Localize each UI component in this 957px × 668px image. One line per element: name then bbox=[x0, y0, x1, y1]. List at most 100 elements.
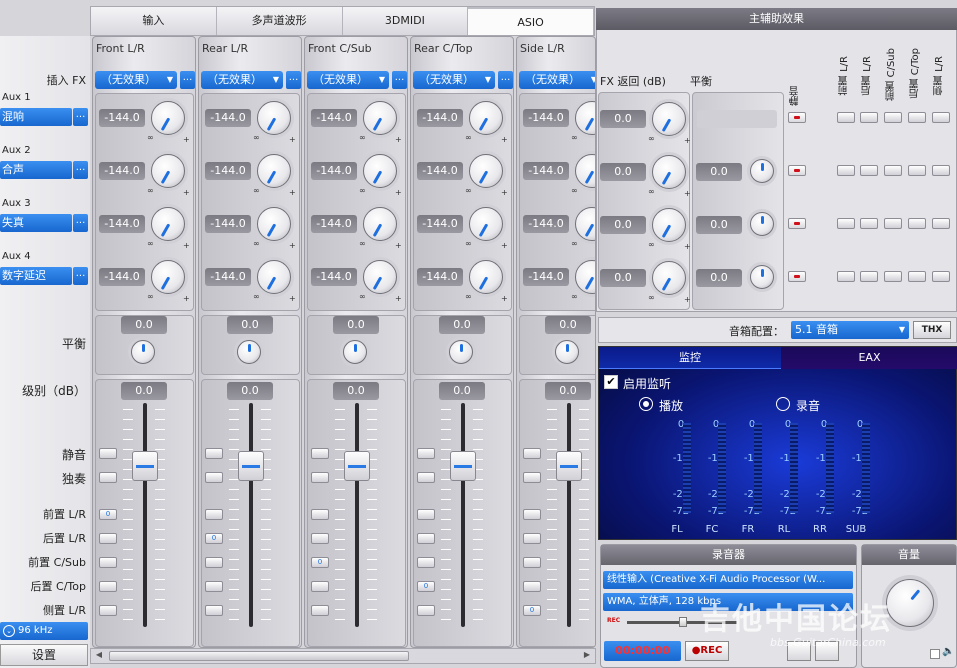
tab-monitor[interactable]: 监控 bbox=[599, 347, 781, 369]
insert-fx-options-button[interactable]: ... bbox=[498, 71, 513, 89]
speaker-config-select[interactable]: 5.1 音箱 ▼ bbox=[791, 321, 909, 339]
aux-route-button[interactable] bbox=[932, 112, 950, 123]
tab-3dmidi[interactable]: 3DMIDI bbox=[343, 7, 469, 35]
aux-send-value[interactable]: -144.0 bbox=[417, 109, 463, 127]
aux1-options-button[interactable]: ... bbox=[73, 108, 88, 126]
rec-button[interactable]: ●REC bbox=[685, 641, 729, 661]
route-button[interactable]: 0 bbox=[205, 533, 223, 544]
aux-send-value[interactable]: -144.0 bbox=[99, 162, 145, 180]
fader-track[interactable] bbox=[567, 403, 571, 627]
fx-return-knob[interactable] bbox=[652, 208, 686, 242]
route-button[interactable] bbox=[99, 605, 117, 616]
aux-route-button[interactable] bbox=[884, 165, 902, 176]
solo-button[interactable] bbox=[205, 472, 223, 483]
aux3-select[interactable]: 失真 bbox=[0, 214, 72, 232]
aux4-options-button[interactable]: ... bbox=[73, 267, 88, 285]
insert-fx-select[interactable]: （无效果）▼ bbox=[307, 71, 389, 89]
insert-fx-select[interactable]: （无效果）▼ bbox=[201, 71, 283, 89]
aux-balance-knob[interactable] bbox=[750, 212, 774, 236]
aux-route-button[interactable] bbox=[860, 112, 878, 123]
balance-value[interactable]: 0.0 bbox=[439, 316, 485, 334]
fader-track[interactable] bbox=[143, 403, 147, 627]
aux-send-value[interactable]: -144.0 bbox=[311, 215, 357, 233]
mute-button[interactable] bbox=[417, 448, 435, 459]
balance-value[interactable]: 0.0 bbox=[545, 316, 591, 334]
insert-fx-select[interactable]: （无效果）▼ bbox=[413, 71, 495, 89]
insert-fx-options-button[interactable]: ... bbox=[392, 71, 407, 89]
aux-send-value[interactable]: -144.0 bbox=[99, 268, 145, 286]
route-button[interactable] bbox=[99, 557, 117, 568]
level-fader[interactable] bbox=[450, 451, 476, 481]
balance-knob[interactable] bbox=[237, 340, 261, 364]
aux-send-value[interactable]: -144.0 bbox=[523, 109, 569, 127]
level-value[interactable]: 0.0 bbox=[227, 382, 273, 400]
level-fader[interactable] bbox=[344, 451, 370, 481]
aux-send-value[interactable]: -144.0 bbox=[205, 215, 251, 233]
route-button[interactable] bbox=[311, 605, 329, 616]
fader-track[interactable] bbox=[461, 403, 465, 627]
aux-send-knob[interactable] bbox=[257, 207, 291, 241]
aux-send-value[interactable]: -144.0 bbox=[205, 162, 251, 180]
route-button[interactable]: 0 bbox=[99, 509, 117, 520]
aux-route-button[interactable] bbox=[908, 271, 926, 282]
level-value[interactable]: 0.0 bbox=[333, 382, 379, 400]
aux-send-knob[interactable] bbox=[363, 101, 397, 135]
level-fader[interactable] bbox=[238, 451, 264, 481]
aux-send-value[interactable]: -144.0 bbox=[205, 268, 251, 286]
aux-send-knob[interactable] bbox=[257, 101, 291, 135]
aux-send-value[interactable]: -144.0 bbox=[311, 109, 357, 127]
aux-route-button[interactable] bbox=[908, 112, 926, 123]
tab-eax[interactable]: EAX bbox=[781, 347, 957, 369]
level-fader[interactable] bbox=[556, 451, 582, 481]
balance-knob[interactable] bbox=[131, 340, 155, 364]
aux-balance-value[interactable]: 0.0 bbox=[696, 269, 742, 287]
aux3-options-button[interactable]: ... bbox=[73, 214, 88, 232]
aux-mute-button[interactable] bbox=[788, 112, 806, 123]
route-button[interactable] bbox=[99, 533, 117, 544]
aux-send-knob[interactable] bbox=[151, 101, 185, 135]
solo-button[interactable] bbox=[99, 472, 117, 483]
level-fader[interactable] bbox=[132, 451, 158, 481]
aux-balance-knob[interactable] bbox=[750, 159, 774, 183]
aux4-select[interactable]: 数字延迟 bbox=[0, 267, 72, 285]
aux-send-value[interactable]: -144.0 bbox=[205, 109, 251, 127]
level-value[interactable]: 0.0 bbox=[439, 382, 485, 400]
aux-send-knob[interactable] bbox=[151, 260, 185, 294]
scroll-left-icon[interactable]: ◀ bbox=[93, 650, 105, 662]
aux1-select[interactable]: 混响 bbox=[0, 108, 72, 126]
aux-mute-button[interactable] bbox=[788, 271, 806, 282]
sample-rate-select[interactable]: ⌄ 96 kHz bbox=[0, 622, 88, 640]
recorder-position-thumb[interactable] bbox=[679, 617, 687, 627]
aux-mute-button[interactable] bbox=[788, 218, 806, 229]
aux-route-button[interactable] bbox=[908, 218, 926, 229]
route-button[interactable] bbox=[417, 605, 435, 616]
aux-send-value[interactable]: -144.0 bbox=[99, 215, 145, 233]
route-button[interactable] bbox=[205, 509, 223, 520]
aux-balance-value[interactable]: 0.0 bbox=[696, 163, 742, 181]
balance-value[interactable]: 0.0 bbox=[227, 316, 273, 334]
route-button[interactable] bbox=[311, 533, 329, 544]
route-button[interactable] bbox=[311, 509, 329, 520]
mute-button[interactable] bbox=[523, 448, 541, 459]
insert-fx-select[interactable]: （无效果）▼ bbox=[519, 71, 595, 89]
mute-button[interactable] bbox=[205, 448, 223, 459]
scroll-right-icon[interactable]: ▶ bbox=[581, 650, 593, 662]
aux-send-knob[interactable] bbox=[469, 207, 503, 241]
route-button[interactable] bbox=[523, 581, 541, 592]
aux-send-knob[interactable] bbox=[469, 101, 503, 135]
balance-knob[interactable] bbox=[343, 340, 367, 364]
aux-route-button[interactable] bbox=[837, 165, 855, 176]
aux-send-value[interactable]: -144.0 bbox=[417, 215, 463, 233]
fx-return-knob[interactable] bbox=[652, 102, 686, 136]
settings-button[interactable]: 设置 bbox=[0, 644, 88, 666]
tab-asio[interactable]: ASIO bbox=[468, 7, 594, 35]
route-button[interactable] bbox=[523, 509, 541, 520]
balance-knob[interactable] bbox=[555, 340, 579, 364]
aux-route-button[interactable] bbox=[884, 271, 902, 282]
aux-send-knob[interactable] bbox=[363, 207, 397, 241]
aux-send-knob[interactable] bbox=[257, 154, 291, 188]
fx-return-knob[interactable] bbox=[652, 155, 686, 189]
balance-knob[interactable] bbox=[449, 340, 473, 364]
tab-multichannel-wave[interactable]: 多声道波形 bbox=[217, 7, 343, 35]
route-button[interactable] bbox=[311, 581, 329, 592]
